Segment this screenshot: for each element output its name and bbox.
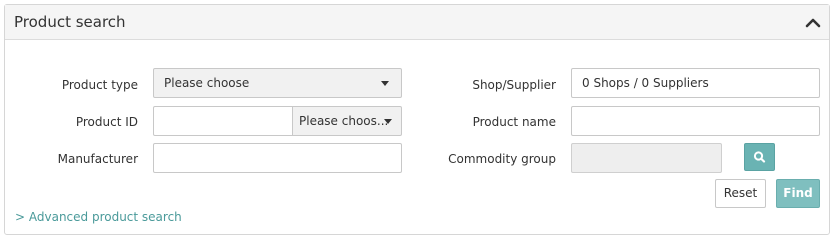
product-type-select[interactable]: Please choose bbox=[153, 68, 402, 98]
product-id-label: Product ID bbox=[75, 115, 138, 129]
manufacturer-input[interactable] bbox=[153, 143, 402, 173]
product-id-type-value: Please choos... bbox=[299, 114, 389, 128]
panel-title: Product search bbox=[14, 13, 126, 31]
caret-down-icon bbox=[384, 119, 392, 124]
shop-supplier-label: Shop/Supplier bbox=[472, 78, 556, 92]
search-icon bbox=[753, 151, 766, 163]
product-search-panel: Product search Product type Please choos… bbox=[4, 4, 830, 235]
find-button[interactable]: Find bbox=[776, 179, 820, 208]
reset-button[interactable]: Reset bbox=[715, 179, 766, 208]
commodity-group-field bbox=[571, 143, 722, 173]
panel-header: Product search bbox=[5, 5, 829, 40]
commodity-group-label: Commodity group bbox=[448, 152, 556, 166]
product-type-value: Please choose bbox=[164, 76, 250, 90]
manufacturer-label: Manufacturer bbox=[57, 152, 138, 166]
chevron-up-icon[interactable] bbox=[805, 15, 821, 31]
product-name-label: Product name bbox=[472, 115, 556, 129]
caret-down-icon bbox=[381, 81, 389, 86]
product-type-label: Product type bbox=[61, 78, 138, 92]
commodity-group-search-button[interactable] bbox=[744, 143, 775, 171]
product-id-type-dropdown[interactable]: Please choos... bbox=[293, 106, 402, 136]
product-name-input[interactable] bbox=[571, 106, 820, 136]
advanced-search-link[interactable]: > Advanced product search bbox=[15, 210, 182, 224]
shop-supplier-field[interactable]: 0 Shops / 0 Suppliers bbox=[571, 68, 820, 98]
product-id-input[interactable] bbox=[153, 106, 293, 136]
